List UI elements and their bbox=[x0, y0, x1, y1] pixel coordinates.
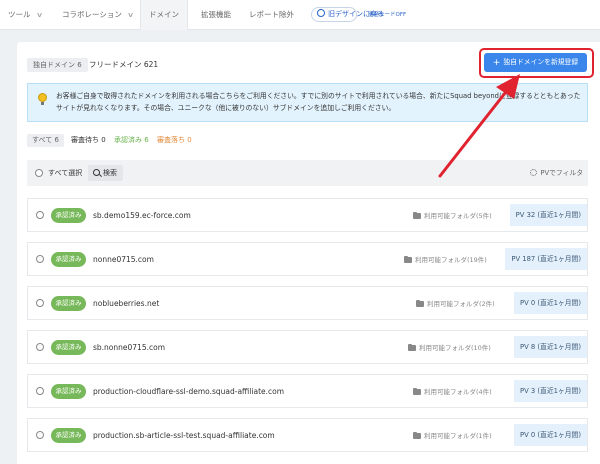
status-badge: 承認済み bbox=[51, 208, 86, 223]
select-all-label[interactable]: すべて選択 bbox=[48, 160, 82, 186]
domain-name: noblueberries.net bbox=[93, 299, 160, 308]
row-radio[interactable] bbox=[36, 255, 44, 263]
folders-label: 利用可能フォルダ(10件) bbox=[419, 344, 491, 352]
row-radio[interactable] bbox=[36, 211, 44, 219]
domain-panel: 独自ドメイン 6 フリードメイン 621 + 独自ドメインを新規登録 お客様ご自身… bbox=[17, 42, 600, 464]
chevron-down-icon: ∨ bbox=[35, 11, 43, 19]
folders-label: 利用可能フォルダ(5件) bbox=[424, 212, 492, 220]
folder-icon bbox=[416, 299, 424, 307]
free-domain-tab[interactable]: フリードメイン 621 bbox=[89, 58, 158, 72]
row-radio[interactable] bbox=[36, 343, 44, 351]
nav-report-exclusion[interactable]: レポート除外 bbox=[249, 0, 294, 30]
status-badge: 承認済み bbox=[51, 296, 86, 311]
filter-all[interactable]: すべて 6 bbox=[27, 134, 64, 147]
pv-count: PV 0 (直近1ヶ月間) bbox=[513, 424, 587, 446]
old-design-button[interactable]: 旧デザインに戻る bbox=[311, 7, 384, 22]
domain-name: production.sb-article-ssl-test.squad-aff… bbox=[93, 431, 275, 440]
folders-label: 利用可能フォルダ(1件) bbox=[424, 432, 492, 440]
status-badge: 承認済み bbox=[51, 252, 86, 267]
pv-count: PV 32 (直近1ヶ月間) bbox=[509, 204, 587, 226]
folders-label: 利用可能フォルダ(2件) bbox=[427, 300, 495, 308]
folders-label: 利用可能フォルダ(19件) bbox=[415, 256, 487, 264]
search-icon bbox=[93, 169, 100, 176]
top-nav: ツール ∨ コラボレーション ∨ ドメイン 拡張機能 レポート除外 旧デザインに戻る… bbox=[0, 0, 600, 30]
nav-collaboration[interactable]: コラボレーション ∨ bbox=[62, 0, 135, 30]
domain-row[interactable]: 承認済み sb.nonne0715.com 利用可能フォルダ(10件) PV 8… bbox=[27, 330, 588, 364]
domain-name: sb.nonne0715.com bbox=[93, 343, 166, 352]
pv-filter-label: PVでフィルタ bbox=[540, 169, 583, 177]
pv-count: PV 187 (直近1ヶ月間) bbox=[505, 248, 587, 270]
domain-row[interactable]: 承認済み production-cloudflare-ssl-demo.squa… bbox=[27, 374, 588, 408]
filter-rejected[interactable]: 審査落ち 0 bbox=[157, 134, 192, 147]
domain-name: sb.demo159.ec-force.com bbox=[93, 211, 191, 220]
filter-pending[interactable]: 審査待ち 0 bbox=[71, 134, 106, 147]
pv-count: PV 8 (直近1ヶ月間) bbox=[513, 336, 587, 358]
folder-icon bbox=[413, 387, 421, 395]
gear-icon bbox=[530, 169, 538, 176]
available-folders[interactable]: 利用可能フォルダ(4件) bbox=[413, 375, 492, 409]
select-all-radio[interactable] bbox=[35, 169, 43, 177]
domain-row[interactable]: 承認済み production.sb-article-ssl-test.squa… bbox=[27, 418, 588, 452]
search-button[interactable]: 検索 bbox=[88, 165, 123, 181]
row-radio[interactable] bbox=[36, 299, 44, 307]
folder-icon bbox=[408, 343, 416, 351]
folder-icon bbox=[404, 255, 412, 263]
available-folders[interactable]: 利用可能フォルダ(10件) bbox=[408, 331, 491, 365]
register-domain-label: 独自ドメインを新規登録 bbox=[503, 58, 579, 66]
domain-name: production-cloudflare-ssl-demo.squad-aff… bbox=[93, 387, 285, 396]
custom-domain-tab[interactable]: 独自ドメイン 6 bbox=[27, 58, 88, 72]
refresh-icon bbox=[317, 9, 325, 17]
nav-report-exclusion-label: レポート除外 bbox=[249, 10, 294, 19]
domain-row[interactable]: 承認済み noblueberries.net 利用可能フォルダ(2件) PV 0… bbox=[27, 286, 588, 320]
pv-filter-button[interactable]: PVでフィルタ bbox=[530, 160, 583, 186]
nav-extensions[interactable]: 拡張機能 bbox=[201, 0, 231, 30]
folders-label: 利用可能フォルダ(4件) bbox=[424, 388, 492, 396]
dev-mode-toggle[interactable]: 開発モードOFF bbox=[368, 0, 406, 30]
row-radio[interactable] bbox=[36, 431, 44, 439]
nav-tools[interactable]: ツール ∨ bbox=[8, 0, 43, 30]
nav-collaboration-label: コラボレーション bbox=[62, 10, 122, 19]
filter-approved[interactable]: 承認済み 6 bbox=[114, 134, 149, 147]
pv-count: PV 3 (直近1ヶ月間) bbox=[513, 380, 587, 402]
nav-extensions-label: 拡張機能 bbox=[201, 10, 231, 19]
lightbulb-icon bbox=[38, 93, 47, 105]
status-badge: 承認済み bbox=[51, 428, 86, 443]
domain-row[interactable]: 承認済み nonne0715.com 利用可能フォルダ(19件) PV 187 … bbox=[27, 242, 588, 276]
available-folders[interactable]: 利用可能フォルダ(5件) bbox=[413, 199, 492, 233]
pv-count: PV 0 (直近1ヶ月間) bbox=[513, 292, 587, 314]
nav-domain-label: ドメイン bbox=[149, 10, 179, 19]
info-notice: お客様ご自身で取得されたドメインを利用される場合こちらをご利用ください。すでに別… bbox=[27, 83, 588, 122]
folder-icon bbox=[413, 431, 421, 439]
folder-icon bbox=[413, 211, 421, 219]
nav-domain[interactable]: ドメイン bbox=[140, 0, 188, 30]
available-folders[interactable]: 利用可能フォルダ(19件) bbox=[404, 243, 487, 277]
domain-row[interactable]: 承認済み sb.demo159.ec-force.com 利用可能フォルダ(5件… bbox=[27, 198, 588, 232]
list-toolbar: すべて選択 検索 PVでフィルタ bbox=[27, 160, 588, 186]
notice-text: お客様ご自身で取得されたドメインを利用される場合こちらをご利用ください。すでに別… bbox=[56, 92, 581, 112]
search-label: 検索 bbox=[103, 169, 117, 177]
row-radio[interactable] bbox=[36, 387, 44, 395]
plus-icon: + bbox=[492, 58, 501, 68]
register-domain-button[interactable]: + 独自ドメインを新規登録 bbox=[484, 53, 587, 72]
status-badge: 承認済み bbox=[51, 384, 86, 399]
status-badge: 承認済み bbox=[51, 340, 86, 355]
nav-tools-label: ツール bbox=[8, 10, 31, 19]
available-folders[interactable]: 利用可能フォルダ(2件) bbox=[416, 287, 495, 321]
chevron-down-icon: ∨ bbox=[126, 11, 135, 19]
register-highlight: + 独自ドメインを新規登録 bbox=[479, 48, 594, 78]
available-folders[interactable]: 利用可能フォルダ(1件) bbox=[413, 419, 492, 453]
domain-name: nonne0715.com bbox=[93, 255, 154, 264]
